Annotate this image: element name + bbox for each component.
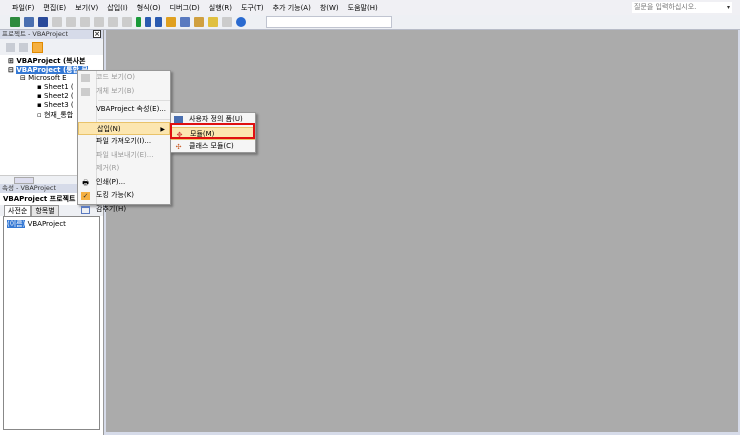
undo-icon[interactable] (108, 17, 118, 27)
find-icon[interactable] (94, 17, 104, 27)
toolbar-position-box (266, 16, 392, 28)
menu-tools[interactable]: 도구(T) (241, 3, 264, 13)
menu-item-print[interactable]: 🖶 인쇄(P)... (78, 176, 170, 190)
menu-item-class-module[interactable]: ✣ 클래스 모듈(C) (171, 140, 255, 154)
menu-debug[interactable]: 디버그(D) (170, 3, 200, 13)
menu-item-import-file[interactable]: 파일 가져오기(I)... (78, 135, 170, 149)
design-mode-icon[interactable] (166, 17, 176, 27)
workspace-area (106, 30, 738, 432)
menu-file[interactable]: 파일(F) (12, 3, 34, 13)
window-icon (81, 205, 90, 214)
menu-item-view-code[interactable]: 코드 보기(O) (78, 71, 170, 85)
view-object-icon[interactable] (19, 42, 28, 52)
menu-window[interactable]: 창(W) (320, 3, 339, 13)
redo-icon[interactable] (122, 17, 132, 27)
pause-icon[interactable] (145, 17, 151, 27)
copy-icon[interactable] (66, 17, 76, 27)
menu-format[interactable]: 형식(O) (137, 3, 161, 13)
ask-question-input[interactable]: 질문을 입력하십시오. (632, 2, 732, 13)
insert-userform-icon[interactable] (24, 17, 34, 27)
properties-window-icon[interactable] (194, 17, 204, 27)
tab-categorized[interactable]: 항목별 (31, 205, 59, 216)
project-panel-title: 프로젝트 - VBAProject × (0, 30, 103, 39)
tree-item[interactable]: ▪ Sheet1 ( (37, 83, 74, 91)
menu-item-export-file[interactable]: 파일 내보내기(E)... (78, 149, 170, 163)
menu-bar: 파일(F) 편집(E) 보기(V) 삽입(I) 형식(O) 디버그(D) 실행(… (0, 0, 740, 15)
class-module-icon: ✣ (175, 143, 182, 151)
reset-icon[interactable] (155, 17, 162, 27)
menu-item-properties[interactable]: VBAProject 속성(E)... (78, 103, 170, 117)
close-icon[interactable]: × (93, 30, 101, 38)
code-icon (81, 74, 90, 82)
tree-item[interactable]: ⊟ Microsoft E (20, 74, 67, 82)
menu-item-insert[interactable]: 삽입(N) ▶ (78, 121, 170, 135)
tree-item[interactable]: ▪ Sheet2 ( (37, 92, 74, 100)
menu-view[interactable]: 보기(V) (75, 3, 98, 13)
save-icon[interactable] (38, 17, 48, 27)
help-icon[interactable] (236, 17, 246, 27)
menu-item-view-object[interactable]: 개체 보기(B) (78, 85, 170, 99)
properties-grid: (이름) VBAProject (3, 216, 100, 430)
menu-item-dockable[interactable]: ✓ 도킹 가능(K) (78, 189, 170, 203)
submenu-arrow-icon: ▶ (160, 125, 165, 133)
cut-icon[interactable] (52, 17, 62, 27)
menu-insert[interactable]: 삽입(I) (107, 3, 127, 13)
property-name[interactable]: (이름) (7, 220, 26, 228)
project-panel-toolbar (0, 39, 103, 55)
menu-addins[interactable]: 추가 기능(A) (273, 3, 311, 13)
checkmark-icon: ✓ (81, 192, 90, 200)
object-icon (81, 87, 90, 96)
view-code-icon[interactable] (6, 42, 15, 52)
property-value[interactable]: VBAProject (28, 220, 66, 228)
excel-icon[interactable] (10, 17, 20, 27)
project-explorer-icon[interactable] (180, 17, 190, 27)
context-menu: 코드 보기(O) 개체 보기(B) VBAProject 속성(E)... 삽입… (77, 70, 171, 214)
printer-icon: 🖶 (82, 178, 89, 187)
menu-run[interactable]: 실행(R) (209, 3, 232, 13)
menu-item-remove[interactable]: 제거(R) (78, 162, 170, 176)
menu-edit[interactable]: 편집(E) (43, 3, 66, 13)
paste-icon[interactable] (80, 17, 90, 27)
menu-item-hide[interactable]: 감추기(H) (78, 203, 170, 217)
highlight-box (170, 123, 255, 139)
tab-alphabetic[interactable]: 사전순 (4, 205, 32, 216)
object-browser-icon[interactable] (208, 17, 218, 27)
tree-item[interactable]: ▪ Sheet3 ( (37, 101, 74, 109)
toolbox-icon[interactable] (222, 17, 232, 27)
menu-help[interactable]: 도움말(H) (348, 3, 378, 13)
run-icon[interactable] (136, 17, 141, 27)
toggle-folders-icon[interactable] (32, 41, 43, 53)
tree-item[interactable]: ▫ 현재_통합 (37, 110, 73, 120)
